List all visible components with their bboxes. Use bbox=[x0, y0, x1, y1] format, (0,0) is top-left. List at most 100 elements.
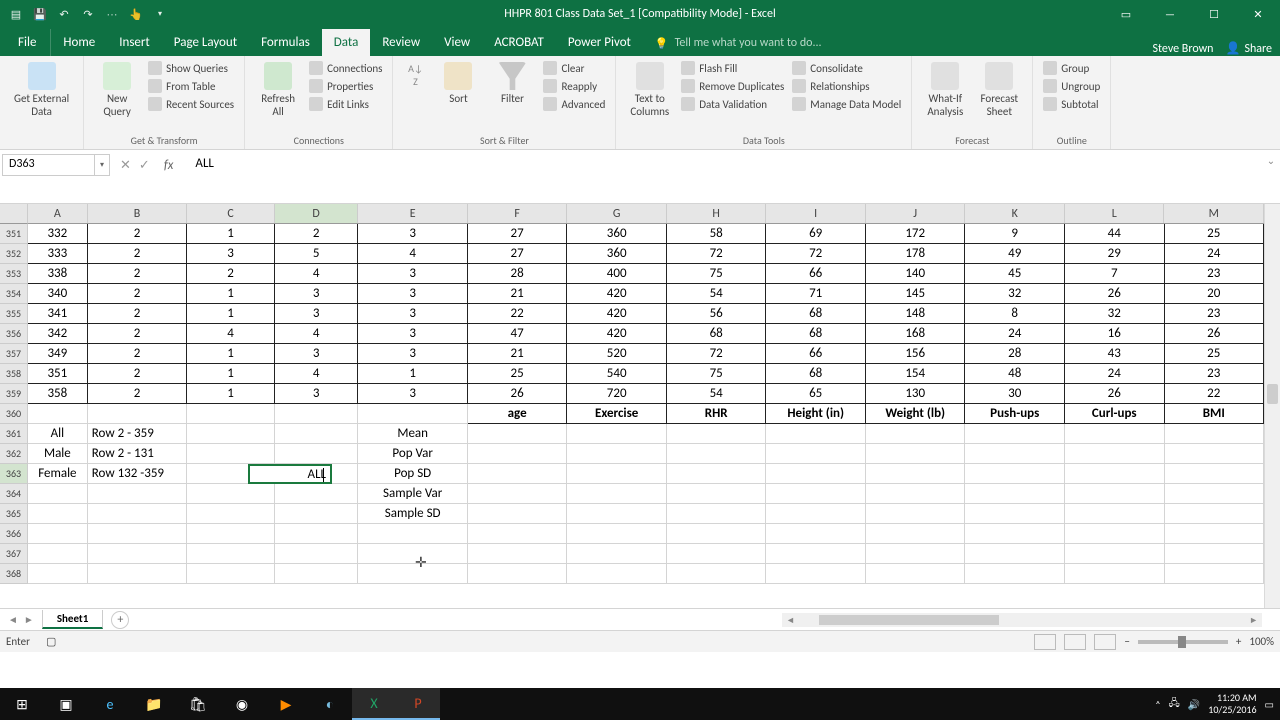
cell[interactable]: 420 bbox=[567, 304, 667, 324]
cell[interactable] bbox=[1165, 444, 1265, 464]
cell[interactable] bbox=[28, 484, 88, 504]
cell[interactable]: 5 bbox=[275, 244, 359, 264]
cell[interactable] bbox=[567, 484, 667, 504]
get-external-data-button[interactable]: Get External Data bbox=[8, 60, 75, 120]
cell[interactable]: 26 bbox=[1165, 324, 1265, 344]
row-header-358[interactable]: 358 bbox=[0, 364, 27, 384]
cell[interactable]: 23 bbox=[1165, 264, 1265, 284]
row-header-366[interactable]: 366 bbox=[0, 524, 27, 544]
cell[interactable]: 3 bbox=[275, 344, 359, 364]
cell[interactable]: 28 bbox=[468, 264, 568, 284]
cell[interactable]: 540 bbox=[567, 364, 667, 384]
row-header-367[interactable]: 367 bbox=[0, 544, 27, 564]
excel-taskbar-icon[interactable]: X bbox=[352, 688, 396, 720]
recent-sources-button[interactable]: Recent Sources bbox=[146, 96, 236, 112]
cell[interactable] bbox=[1165, 524, 1265, 544]
cell[interactable] bbox=[468, 424, 568, 444]
cell[interactable] bbox=[88, 404, 188, 424]
cell[interactable]: 44 bbox=[1065, 224, 1165, 244]
cell[interactable]: 32 bbox=[965, 284, 1065, 304]
cell[interactable]: 341 bbox=[28, 304, 88, 324]
horizontal-scroll-thumb[interactable] bbox=[819, 615, 999, 625]
cell[interactable]: 56 bbox=[667, 304, 767, 324]
cell[interactable]: Sample Var bbox=[358, 484, 467, 504]
tell-me-input[interactable]: Tell me what you want to do... bbox=[643, 30, 834, 56]
cell[interactable] bbox=[88, 484, 188, 504]
cell[interactable]: 2 bbox=[88, 324, 188, 344]
cell[interactable]: 4 bbox=[275, 264, 359, 284]
qat-more-icon[interactable]: ⋯ bbox=[104, 6, 120, 22]
row-header-356[interactable]: 356 bbox=[0, 324, 27, 344]
file-tab[interactable]: File bbox=[4, 29, 51, 56]
tab-view[interactable]: View bbox=[432, 29, 482, 56]
formula-input[interactable]: ALL bbox=[189, 154, 1262, 176]
manage-data-model-button[interactable]: Manage Data Model bbox=[790, 96, 903, 112]
sort-az-button[interactable]: A↓Z bbox=[401, 60, 429, 90]
cell[interactable]: 3 bbox=[358, 304, 467, 324]
tab-data[interactable]: Data bbox=[322, 29, 371, 56]
cell[interactable] bbox=[468, 544, 568, 564]
cell[interactable] bbox=[358, 524, 467, 544]
cell[interactable]: 75 bbox=[667, 364, 767, 384]
cell[interactable]: 4 bbox=[275, 324, 359, 344]
remove-duplicates-button[interactable]: Remove Duplicates bbox=[679, 78, 786, 94]
cell[interactable]: 333 bbox=[28, 244, 88, 264]
cell[interactable]: Pop SD bbox=[358, 464, 467, 484]
cell[interactable]: 3 bbox=[275, 304, 359, 324]
cell[interactable]: 16 bbox=[1065, 324, 1165, 344]
cell[interactable] bbox=[468, 524, 568, 544]
cell[interactable] bbox=[667, 464, 767, 484]
ungroup-button[interactable]: Ungroup bbox=[1041, 78, 1102, 94]
tray-clock[interactable]: 11:20 AM 10/25/2016 bbox=[1208, 692, 1256, 716]
cell[interactable]: 340 bbox=[28, 284, 88, 304]
cell[interactable] bbox=[187, 564, 275, 584]
text-to-columns-button[interactable]: Text to Columns bbox=[624, 60, 675, 120]
cell[interactable]: 3 bbox=[358, 324, 467, 344]
col-header-L[interactable]: L bbox=[1065, 204, 1165, 223]
cell[interactable]: 8 bbox=[965, 304, 1065, 324]
cell[interactable]: 26 bbox=[468, 384, 568, 404]
row-header-364[interactable]: 364 bbox=[0, 484, 27, 504]
cell[interactable] bbox=[275, 544, 359, 564]
zoom-thumb[interactable] bbox=[1178, 636, 1186, 648]
cell[interactable]: 21 bbox=[468, 284, 568, 304]
tab-formulas[interactable]: Formulas bbox=[249, 29, 322, 56]
cell[interactable]: 68 bbox=[766, 304, 866, 324]
cell[interactable] bbox=[567, 524, 667, 544]
cell[interactable] bbox=[187, 424, 275, 444]
cell[interactable] bbox=[766, 464, 866, 484]
row-header-359[interactable]: 359 bbox=[0, 384, 27, 404]
cell[interactable]: 351 bbox=[28, 364, 88, 384]
user-name[interactable]: Steve Brown bbox=[1153, 42, 1214, 56]
show-queries-button[interactable]: Show Queries bbox=[146, 60, 236, 76]
cell[interactable]: 172 bbox=[866, 224, 966, 244]
cell[interactable]: Male bbox=[28, 444, 88, 464]
cell[interactable] bbox=[667, 504, 767, 524]
cell[interactable]: 68 bbox=[766, 324, 866, 344]
cell[interactable]: 25 bbox=[1165, 344, 1265, 364]
cell[interactable]: 75 bbox=[667, 264, 767, 284]
cell[interactable] bbox=[567, 464, 667, 484]
cell[interactable] bbox=[667, 564, 767, 584]
cell[interactable]: 4 bbox=[275, 364, 359, 384]
cell[interactable]: 26 bbox=[1065, 284, 1165, 304]
cell[interactable] bbox=[88, 544, 188, 564]
cancel-formula-icon[interactable]: ✕ bbox=[120, 158, 131, 173]
start-button[interactable]: ⊞ bbox=[0, 688, 44, 720]
row-header-357[interactable]: 357 bbox=[0, 344, 27, 364]
sheet-nav[interactable]: ◄► bbox=[0, 613, 42, 626]
cell[interactable]: 26 bbox=[1065, 384, 1165, 404]
column-headers[interactable]: ABCDEFGHIJKLM bbox=[28, 204, 1264, 224]
cell[interactable]: Exercise bbox=[567, 404, 667, 424]
cell[interactable]: 58 bbox=[667, 224, 767, 244]
new-sheet-button[interactable]: + bbox=[111, 611, 129, 629]
relationships-button[interactable]: Relationships bbox=[790, 78, 903, 94]
cell[interactable]: RHR bbox=[667, 404, 767, 424]
cell[interactable]: 4 bbox=[358, 244, 467, 264]
cell[interactable]: 25 bbox=[468, 364, 568, 384]
row-header-352[interactable]: 352 bbox=[0, 244, 27, 264]
cell[interactable]: 2 bbox=[88, 244, 188, 264]
vertical-scroll-thumb[interactable] bbox=[1267, 384, 1278, 404]
cell[interactable] bbox=[1065, 524, 1165, 544]
cell[interactable]: 54 bbox=[667, 384, 767, 404]
